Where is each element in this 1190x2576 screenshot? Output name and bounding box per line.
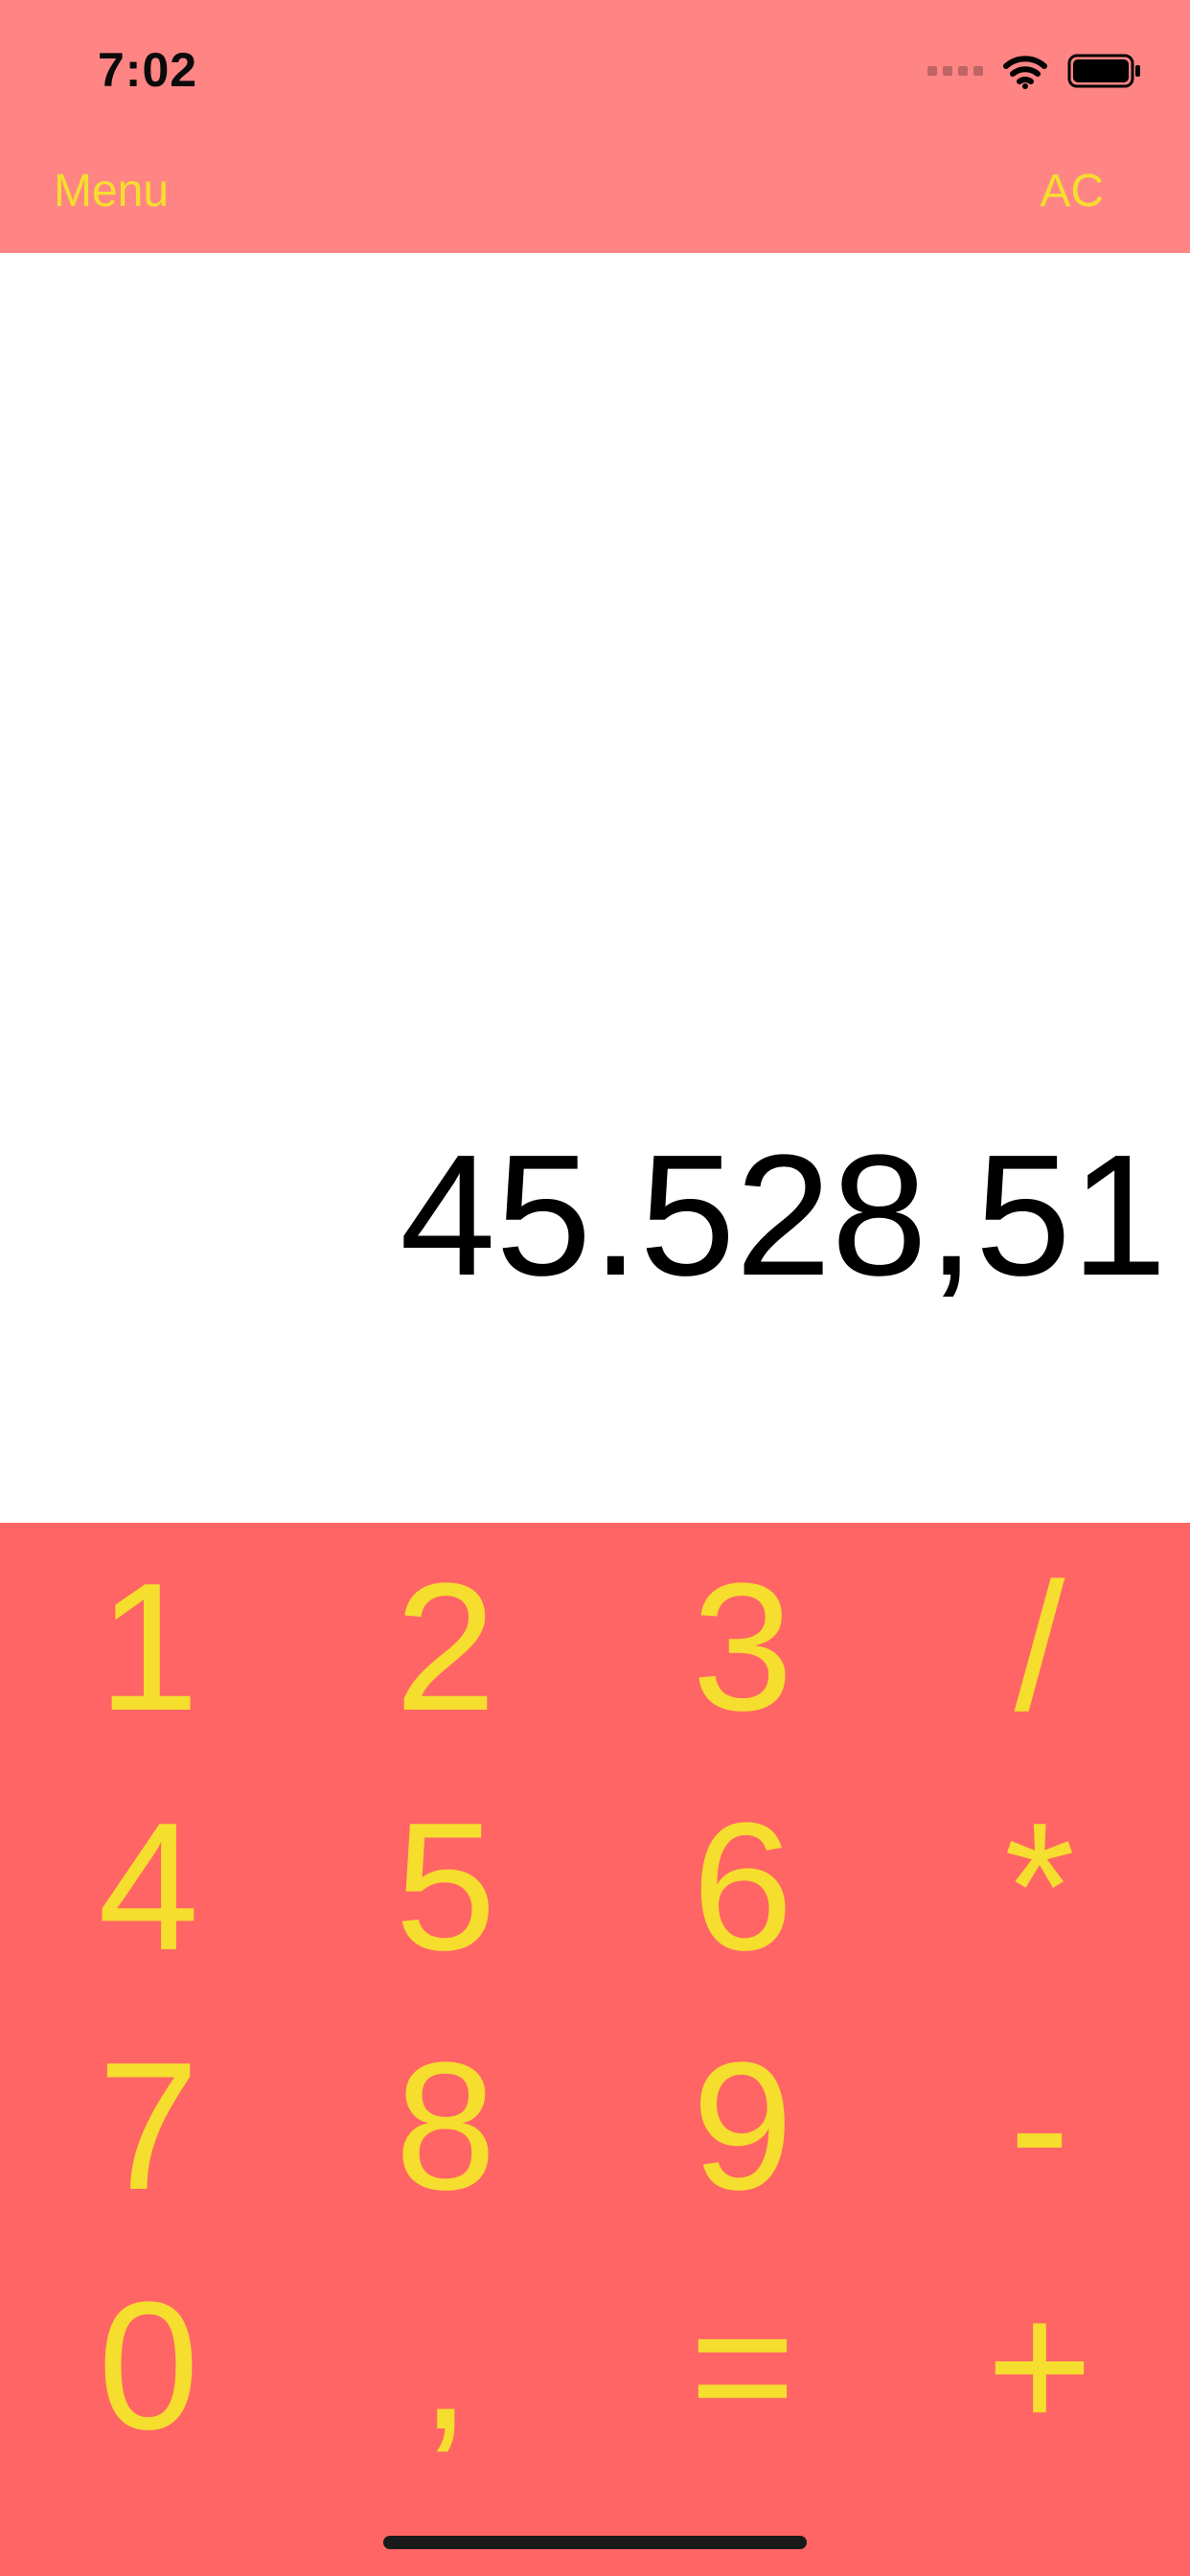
key-2[interactable]: 2 <box>326 1542 565 1753</box>
key-9[interactable]: 9 <box>623 2021 862 2232</box>
key-divide[interactable]: / <box>920 1542 1159 1753</box>
key-4[interactable]: 4 <box>29 1782 268 1992</box>
keypad: 1 2 3 / 4 5 6 * 7 8 9 - 0 , = + <box>0 1523 1190 2576</box>
key-7[interactable]: 7 <box>29 2021 268 2232</box>
key-subtract[interactable]: - <box>920 2021 1159 2232</box>
home-indicator[interactable] <box>383 2536 807 2549</box>
key-equals[interactable]: = <box>623 2261 862 2472</box>
signal-icon <box>927 50 983 92</box>
battery-icon <box>1067 54 1140 88</box>
status-icons <box>927 50 1142 92</box>
key-add[interactable]: + <box>920 2261 1159 2472</box>
menu-button[interactable]: Menu <box>54 165 169 218</box>
wifi-icon <box>1003 56 1047 89</box>
key-decimal-comma[interactable]: , <box>326 2261 565 2472</box>
result-display: 45.528,51 <box>0 253 1190 1523</box>
key-3[interactable]: 3 <box>623 1542 862 1753</box>
key-6[interactable]: 6 <box>623 1782 862 1992</box>
status-time: 7:02 <box>98 43 198 97</box>
top-bar: 7:02 Menu AC <box>0 0 1190 253</box>
key-5[interactable]: 5 <box>326 1782 565 1992</box>
key-1[interactable]: 1 <box>29 1542 268 1753</box>
all-clear-button[interactable]: AC <box>1040 165 1104 218</box>
key-multiply[interactable]: * <box>920 1782 1159 1992</box>
key-0[interactable]: 0 <box>29 2261 268 2472</box>
key-8[interactable]: 8 <box>326 2021 565 2232</box>
display-value: 45.528,51 <box>400 1119 1167 1312</box>
